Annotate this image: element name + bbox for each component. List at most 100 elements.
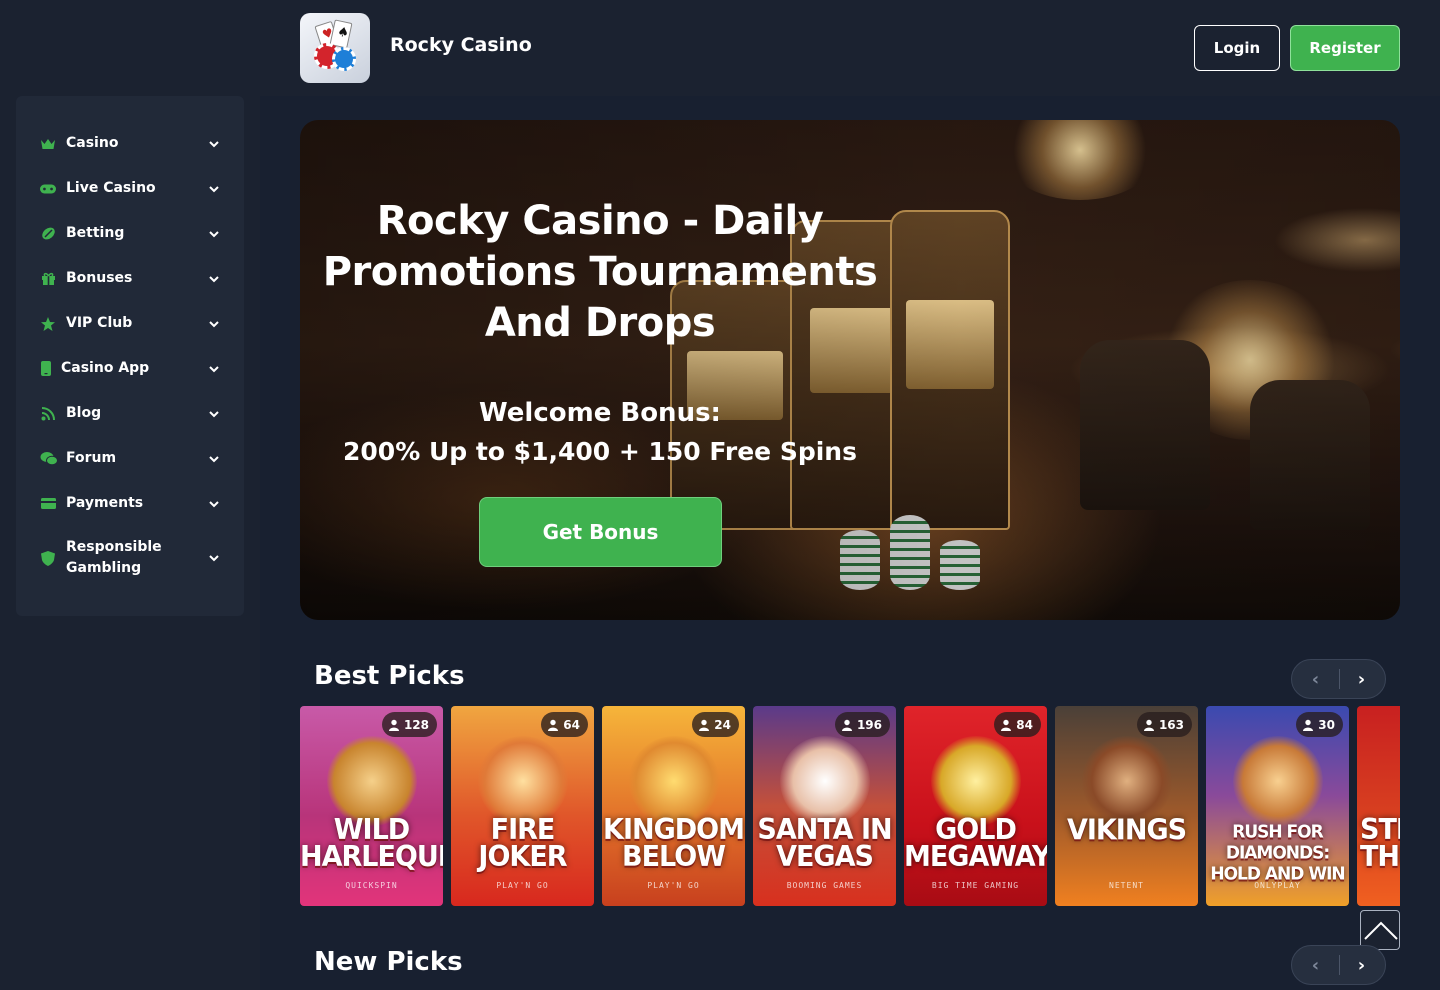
sidebar-item-casino-app[interactable]: Casino App bbox=[40, 358, 220, 379]
game-tile[interactable]: 64 FIRE JOKER PLAY'N GO bbox=[451, 706, 594, 906]
player-count: 163 bbox=[1158, 717, 1184, 732]
user-icon bbox=[388, 719, 399, 731]
gamepad-icon bbox=[40, 181, 56, 197]
game-name: STICKY THUNDER bbox=[1360, 813, 1400, 874]
game-provider: QUICKSPIN bbox=[345, 881, 398, 890]
best-picks-title: Best Picks bbox=[314, 661, 465, 691]
game-artwork bbox=[628, 736, 719, 826]
chevron-down-icon[interactable] bbox=[208, 363, 220, 375]
player-count: 84 bbox=[1016, 717, 1033, 732]
sidebar-item-label: Betting bbox=[66, 225, 125, 241]
player-count-badge: 24 bbox=[692, 712, 739, 737]
game-tile[interactable]: 84 GOLD MEGAWAYS BIG TIME GAMING bbox=[904, 706, 1047, 906]
game-provider: BIG TIME GAMING bbox=[931, 881, 1020, 890]
chevron-down-icon[interactable] bbox=[208, 453, 220, 465]
get-bonus-button[interactable]: Get Bonus bbox=[479, 497, 722, 567]
rss-icon bbox=[40, 406, 56, 422]
player-count-badge: 30 bbox=[1296, 712, 1343, 737]
sidebar-item-blog[interactable]: Blog bbox=[40, 403, 220, 424]
chevron-down-icon[interactable] bbox=[208, 552, 220, 564]
sidebar-item-label: Responsible Gambling bbox=[66, 539, 162, 576]
game-tile[interactable]: 128 WILD HARLEQUIN QUICKSPIN bbox=[300, 706, 443, 906]
player-count-badge: 128 bbox=[381, 712, 437, 737]
chevron-down-icon[interactable] bbox=[208, 318, 220, 330]
hero-overlay bbox=[300, 120, 1400, 620]
sidebar-item-vip-club[interactable]: VIP Club bbox=[40, 313, 220, 334]
star-icon bbox=[40, 316, 56, 332]
best-picks-carousel: 128 WILD HARLEQUIN QUICKSPIN 64 FIRE JOK… bbox=[300, 706, 1400, 906]
game-provider: ONLYPLAY bbox=[1254, 881, 1301, 890]
chevron-down-icon[interactable] bbox=[208, 498, 220, 510]
carousel-next-button[interactable]: › bbox=[1338, 660, 1385, 698]
sidebar-item-responsible-gambling[interactable]: Responsible Gambling bbox=[40, 537, 220, 579]
brand-name[interactable]: Rocky Casino bbox=[390, 34, 532, 56]
player-count-badge: 64 bbox=[541, 712, 588, 737]
game-tile[interactable]: 24 KINGDOM BELOW PLAY'N GO bbox=[602, 706, 745, 906]
game-artwork bbox=[326, 736, 417, 826]
user-icon bbox=[841, 719, 852, 731]
game-name: KINGDOM BELOW bbox=[603, 813, 745, 874]
game-provider: BOOMING GAMES bbox=[786, 881, 863, 890]
chevron-down-icon[interactable] bbox=[208, 273, 220, 285]
new-picks-title: New Picks bbox=[314, 947, 463, 977]
player-count: 24 bbox=[714, 717, 731, 732]
hero-bonus-offer: 200% Up to $1,400 + 150 Free Spins bbox=[343, 437, 857, 466]
game-name: FIRE JOKER bbox=[478, 813, 567, 874]
sidebar-item-label: Casino App bbox=[61, 360, 150, 376]
user-icon bbox=[548, 719, 559, 731]
sidebar-item-bonuses[interactable]: Bonuses bbox=[40, 268, 220, 289]
chevron-down-icon[interactable] bbox=[208, 138, 220, 150]
game-artwork bbox=[477, 736, 568, 826]
sidebar-item-label: Casino bbox=[66, 135, 119, 151]
sidebar-item-payments[interactable]: Payments bbox=[40, 493, 220, 514]
ball-icon bbox=[40, 226, 56, 242]
hero-bonus-heading: Welcome Bonus: bbox=[479, 398, 721, 428]
register-button[interactable]: Register bbox=[1290, 25, 1400, 71]
user-icon bbox=[699, 719, 710, 731]
sidebar-item-label: Payments bbox=[66, 495, 144, 511]
sidebar-item-casino[interactable]: Casino bbox=[40, 133, 220, 154]
gift-icon bbox=[40, 271, 56, 287]
sidebar-item-label: VIP Club bbox=[66, 315, 133, 331]
hero-title: Rocky Casino - Daily Promotions Tourname… bbox=[322, 198, 878, 346]
login-button[interactable]: Login bbox=[1194, 25, 1280, 71]
player-count-badge: 163 bbox=[1136, 712, 1192, 737]
sidebar-item-betting[interactable]: Betting bbox=[40, 223, 220, 244]
game-provider: PLAY'N GO bbox=[496, 881, 549, 890]
chevron-down-icon[interactable] bbox=[208, 228, 220, 240]
game-artwork bbox=[1232, 736, 1323, 826]
user-icon bbox=[1001, 719, 1012, 731]
chevron-down-icon[interactable] bbox=[208, 408, 220, 420]
logo-chip-blue bbox=[332, 47, 356, 71]
player-count: 30 bbox=[1318, 717, 1335, 732]
game-artwork bbox=[1081, 736, 1172, 826]
sidebar-item-label: Blog bbox=[66, 405, 102, 421]
carousel-prev-button[interactable]: ‹ bbox=[1292, 946, 1339, 984]
hero-banner bbox=[300, 120, 1400, 620]
player-count: 196 bbox=[856, 717, 882, 732]
chat-icon bbox=[40, 451, 58, 467]
shield-icon bbox=[40, 550, 56, 566]
game-tile[interactable]: 196 SANTA IN VEGAS BOOMING GAMES bbox=[753, 706, 896, 906]
casino-logo[interactable] bbox=[300, 13, 370, 83]
sidebar-item-forum[interactable]: Forum bbox=[40, 448, 220, 469]
game-name: SANTA IN VEGAS bbox=[757, 813, 892, 874]
game-tile[interactable]: 163 VIKINGS NETENT bbox=[1055, 706, 1198, 906]
carousel-next-button[interactable]: › bbox=[1338, 946, 1385, 984]
game-name: VIKINGS bbox=[1066, 814, 1187, 847]
carousel-prev-button[interactable]: ‹ bbox=[1292, 660, 1339, 698]
best-picks-carousel-nav: ‹ › bbox=[1291, 659, 1386, 699]
game-tile[interactable]: STICKY THUNDER bbox=[1357, 706, 1400, 906]
user-icon bbox=[1143, 719, 1154, 731]
game-provider: NETENT bbox=[1109, 881, 1144, 890]
game-tile[interactable]: 30 RUSH FOR DIAMONDS: HOLD AND WIN ONLYP… bbox=[1206, 706, 1349, 906]
user-icon bbox=[1303, 719, 1314, 731]
scroll-to-top-button[interactable] bbox=[1360, 910, 1400, 950]
sidebar-item-live-casino[interactable]: Live Casino bbox=[40, 178, 220, 199]
game-name: RUSH FOR DIAMONDS: HOLD AND WIN bbox=[1210, 821, 1345, 885]
chevron-down-icon[interactable] bbox=[208, 183, 220, 195]
game-artwork bbox=[779, 736, 870, 826]
game-name: WILD HARLEQUIN bbox=[300, 813, 443, 874]
game-name: GOLD MEGAWAYS bbox=[904, 813, 1047, 874]
player-count-badge: 196 bbox=[834, 712, 890, 737]
